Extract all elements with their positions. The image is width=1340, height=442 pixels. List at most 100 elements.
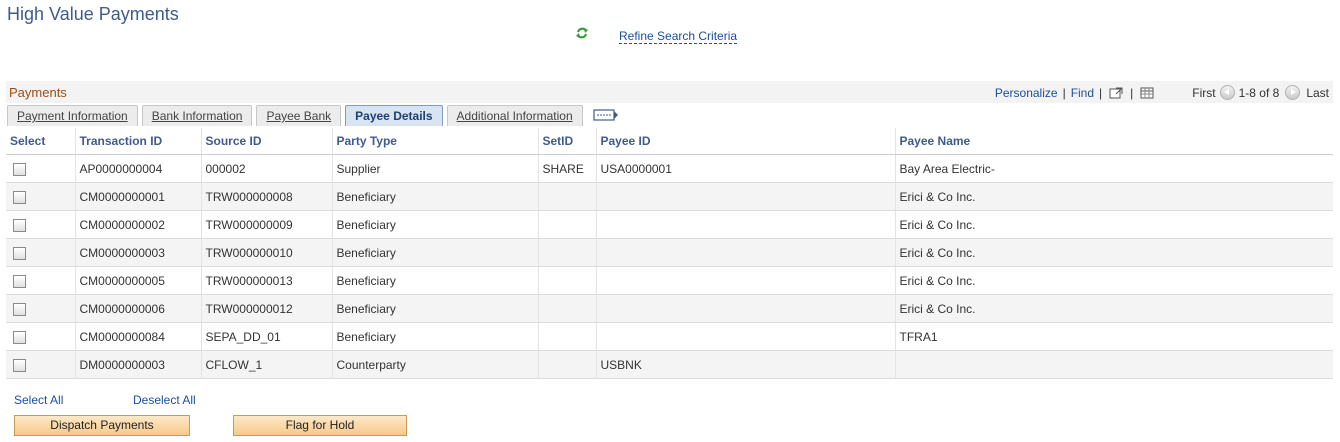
tab-payee-details[interactable]: Payee Details bbox=[345, 105, 443, 126]
refine-search-criteria-link[interactable]: Refine Search Criteria bbox=[619, 29, 738, 44]
separator: | bbox=[1062, 85, 1066, 100]
separator: | bbox=[1099, 85, 1103, 100]
transaction-id-cell: CM0000000002 bbox=[75, 210, 202, 239]
refresh-icon[interactable] bbox=[575, 26, 589, 40]
find-link[interactable]: Find bbox=[1071, 86, 1094, 100]
table-row: CM0000000003 TRW000000010 Beneficiary Er… bbox=[6, 238, 1333, 267]
select-checkbox[interactable] bbox=[13, 330, 26, 344]
tab-bank-information[interactable]: Bank Information bbox=[141, 105, 253, 126]
source-id-cell: SEPA_DD_01 bbox=[201, 322, 333, 351]
party-type-cell: Supplier bbox=[332, 154, 539, 183]
setid-cell bbox=[538, 350, 597, 379]
select-checkbox[interactable] bbox=[13, 190, 26, 204]
transaction-id-cell: CM0000000084 bbox=[75, 322, 202, 351]
select-checkbox[interactable] bbox=[13, 274, 26, 288]
column-header-setid: SetID bbox=[538, 128, 597, 155]
personalize-link[interactable]: Personalize bbox=[995, 86, 1058, 100]
table-row: CM0000000002 TRW000000009 Beneficiary Er… bbox=[6, 210, 1333, 239]
setid-cell bbox=[538, 182, 597, 211]
setid-cell bbox=[538, 266, 597, 295]
select-checkbox[interactable] bbox=[13, 246, 26, 260]
column-header-source-id: Source ID bbox=[201, 128, 333, 155]
transaction-id-cell: CM0000000005 bbox=[75, 266, 202, 295]
select-all-link[interactable]: Select All bbox=[14, 393, 63, 407]
source-id-cell: TRW000000010 bbox=[201, 238, 333, 267]
column-header-payee-name: Payee Name bbox=[895, 128, 1333, 155]
party-type-cell: Beneficiary bbox=[332, 210, 539, 239]
payee-id-cell bbox=[596, 182, 896, 211]
tab-bar: Payment Information Bank Information Pay… bbox=[7, 105, 619, 127]
setid-cell bbox=[538, 322, 597, 351]
column-header-payee-id: Payee ID bbox=[596, 128, 896, 155]
payee-name-cell: Bay Area Electric- bbox=[895, 154, 1333, 183]
select-checkbox[interactable] bbox=[13, 162, 26, 176]
payee-name-cell: TFRA1 bbox=[895, 322, 1333, 351]
table-row: CM0000000006 TRW000000012 Beneficiary Er… bbox=[6, 294, 1333, 323]
select-checkbox[interactable] bbox=[13, 218, 26, 232]
payee-name-cell: Erici & Co Inc. bbox=[895, 266, 1333, 295]
table-row: DM0000000003 CFLOW_1 Counterparty USBNK bbox=[6, 350, 1333, 379]
payee-name-cell: Erici & Co Inc. bbox=[895, 294, 1333, 323]
column-header-party-type: Party Type bbox=[332, 128, 539, 155]
zoom-grid-icon[interactable] bbox=[1109, 87, 1123, 99]
transaction-id-cell: CM0000000006 bbox=[75, 294, 202, 323]
payee-name-cell: Erici & Co Inc. bbox=[895, 182, 1333, 211]
transaction-id-cell: AP0000000004 bbox=[75, 154, 202, 183]
tab-payee-bank[interactable]: Payee Bank bbox=[256, 105, 342, 126]
grid-navigation: Personalize | Find | | First 1-8 of 8 La… bbox=[995, 85, 1329, 100]
source-id-cell: TRW000000008 bbox=[201, 182, 333, 211]
column-header-transaction-id: Transaction ID bbox=[75, 128, 202, 155]
setid-cell bbox=[538, 238, 597, 267]
table-row: CM0000000084 SEPA_DD_01 Beneficiary TFRA… bbox=[6, 322, 1333, 351]
source-id-cell: 000002 bbox=[201, 154, 333, 183]
separator: | bbox=[1130, 85, 1134, 100]
flag-for-hold-button[interactable]: Flag for Hold bbox=[233, 415, 407, 436]
party-type-cell: Beneficiary bbox=[332, 322, 539, 351]
setid-cell bbox=[538, 210, 597, 239]
tab-additional-information[interactable]: Additional Information bbox=[446, 105, 583, 126]
party-type-cell: Beneficiary bbox=[332, 294, 539, 323]
first-label: First bbox=[1192, 85, 1216, 100]
party-type-cell: Beneficiary bbox=[332, 266, 539, 295]
source-id-cell: TRW000000013 bbox=[201, 266, 333, 295]
payee-id-cell bbox=[596, 238, 896, 267]
party-type-cell: Counterparty bbox=[332, 350, 539, 379]
row-range: 1-8 of 8 bbox=[1238, 85, 1280, 100]
select-checkbox[interactable] bbox=[13, 358, 26, 372]
tab-payment-information[interactable]: Payment Information bbox=[7, 105, 138, 126]
party-type-cell: Beneficiary bbox=[332, 182, 539, 211]
payee-name-cell: Erici & Co Inc. bbox=[895, 238, 1333, 267]
payee-id-cell: USA0000001 bbox=[596, 154, 896, 183]
payee-id-cell: USBNK bbox=[596, 350, 896, 379]
dispatch-payments-button[interactable]: Dispatch Payments bbox=[14, 415, 190, 436]
transaction-id-cell: CM0000000001 bbox=[75, 182, 202, 211]
source-id-cell: TRW000000012 bbox=[201, 294, 333, 323]
next-arrow-icon[interactable] bbox=[1285, 85, 1301, 100]
payee-id-cell bbox=[596, 322, 896, 351]
table-row: CM0000000005 TRW000000013 Beneficiary Er… bbox=[6, 266, 1333, 295]
setid-cell: SHARE bbox=[538, 154, 597, 183]
previous-arrow-icon[interactable] bbox=[1219, 85, 1235, 100]
transaction-id-cell: DM0000000003 bbox=[75, 350, 202, 379]
grid-title-bar: Payments Personalize | Find | | First 1-… bbox=[6, 81, 1333, 103]
show-all-columns-icon[interactable] bbox=[593, 108, 619, 122]
source-id-cell: TRW000000009 bbox=[201, 210, 333, 239]
table-row: AP0000000004 000002 Supplier SHARE USA00… bbox=[6, 154, 1333, 183]
select-checkbox[interactable] bbox=[13, 302, 26, 316]
payee-name-cell bbox=[895, 350, 1333, 379]
payee-id-cell bbox=[596, 294, 896, 323]
deselect-all-link[interactable]: Deselect All bbox=[133, 393, 196, 407]
transaction-id-cell: CM0000000003 bbox=[75, 238, 202, 267]
download-excel-icon[interactable] bbox=[1140, 87, 1154, 99]
source-id-cell: CFLOW_1 bbox=[201, 350, 333, 379]
last-label: Last bbox=[1306, 85, 1329, 100]
grid-title: Payments bbox=[9, 85, 67, 100]
payments-table: Select Transaction ID Source ID Party Ty… bbox=[6, 128, 1333, 379]
column-header-select: Select bbox=[6, 128, 76, 155]
table-row: CM0000000001 TRW000000008 Beneficiary Er… bbox=[6, 182, 1333, 211]
payee-name-cell: Erici & Co Inc. bbox=[895, 210, 1333, 239]
payee-id-cell bbox=[596, 266, 896, 295]
page-title: High Value Payments bbox=[7, 4, 179, 24]
table-header-row: Select Transaction ID Source ID Party Ty… bbox=[6, 128, 1333, 155]
party-type-cell: Beneficiary bbox=[332, 238, 539, 267]
